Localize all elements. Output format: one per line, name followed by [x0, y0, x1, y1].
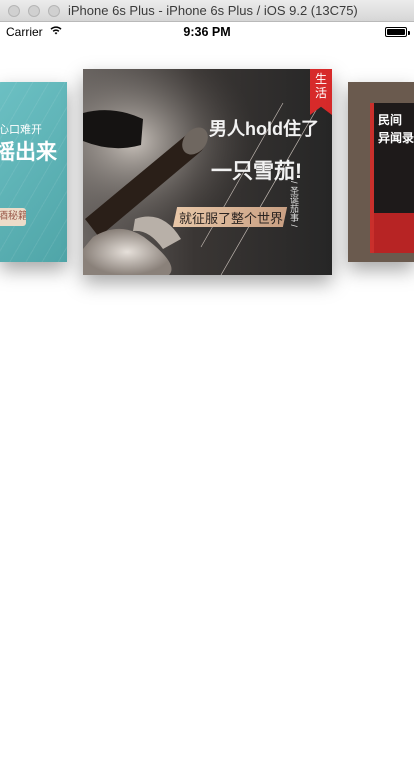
- status-time: 9:36 PM: [183, 25, 231, 39]
- carousel-card-current[interactable]: 生活 男人hold住了 一只雪茄! 就征服了整个世界 / 圣诞茄事 /: [83, 69, 332, 275]
- zoom-window-button[interactable]: [48, 5, 60, 17]
- book-cover-image: 民间 异闻录: [370, 103, 414, 253]
- battery-level-fill: [387, 29, 405, 35]
- status-bar: Carrier 9:36 PM: [0, 22, 414, 42]
- category-ribbon-label: 生活: [314, 72, 327, 100]
- card-previous-line2: 摇出来: [0, 141, 57, 164]
- card-next-title2: 异闻录: [378, 131, 414, 145]
- carousel-card-previous[interactable]: 心口难开 摇出来 酒秘籍: [0, 82, 67, 262]
- close-window-button[interactable]: [8, 5, 20, 17]
- card-current-headline1: 男人hold住了: [209, 119, 319, 139]
- window-title: iPhone 6s Plus - iPhone 6s Plus / iOS 9.…: [68, 3, 358, 18]
- minimize-window-button[interactable]: [28, 5, 40, 17]
- carousel-card-next[interactable]: 民间 异闻录: [348, 82, 414, 262]
- battery-icon: [385, 27, 410, 37]
- card-next-title1: 民间: [378, 113, 403, 127]
- card-current-band-text: 就征服了整个世界: [179, 211, 284, 226]
- simulator-title-bar: iPhone 6s Plus - iPhone 6s Plus / iOS 9.…: [0, 0, 414, 22]
- card-previous-line1: 心口难开: [0, 124, 42, 136]
- card-current-side-text: / 圣诞茄事 /: [289, 181, 299, 228]
- book-cover-red-block: [374, 213, 414, 253]
- card-previous-button: 酒秘籍: [0, 208, 26, 226]
